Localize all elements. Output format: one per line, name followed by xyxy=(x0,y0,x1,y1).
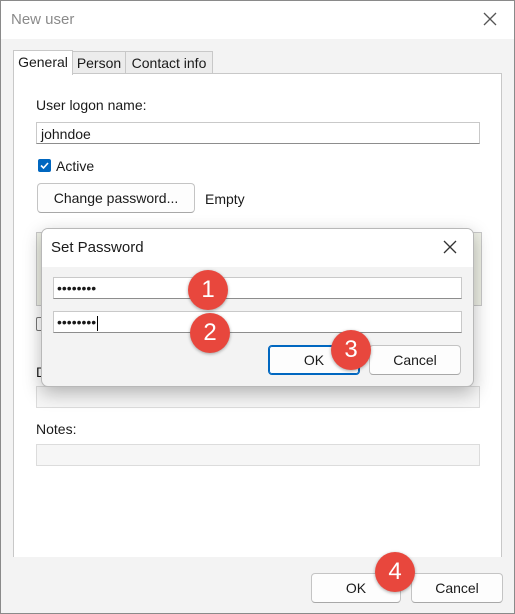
cancel-button[interactable]: Cancel xyxy=(411,573,503,603)
step-marker-3: 3 xyxy=(331,330,371,370)
active-label: Active xyxy=(56,158,95,174)
password-input[interactable]: •••••••• xyxy=(53,277,462,299)
notes-input[interactable] xyxy=(36,444,480,466)
dialog-title-bar: Set Password xyxy=(42,229,473,267)
set-password-dialog: Set Password •••••••• •••••••• OK Cancel xyxy=(41,228,474,387)
logon-name-label: User logon name: xyxy=(36,97,147,113)
dialog-title: Set Password xyxy=(51,239,144,256)
window-title: New user xyxy=(11,11,75,28)
close-icon[interactable] xyxy=(480,9,500,29)
tab-contact-info[interactable]: Contact info xyxy=(125,51,213,74)
notes-label: Notes: xyxy=(36,421,77,437)
step-marker-4: 4 xyxy=(375,552,415,592)
tab-general[interactable]: General xyxy=(13,50,73,75)
text-caret xyxy=(97,315,99,331)
change-password-button[interactable]: Change password... xyxy=(37,183,195,213)
dialog-cancel-button[interactable]: Cancel xyxy=(369,345,461,375)
step-marker-1: 1 xyxy=(188,270,228,310)
checkmark-icon xyxy=(40,162,49,170)
title-bar: New user xyxy=(1,1,514,39)
description-input[interactable] xyxy=(36,386,480,408)
tab-person[interactable]: Person xyxy=(72,51,126,74)
logon-name-input[interactable]: johndoe xyxy=(36,122,480,144)
dialog-close-icon[interactable] xyxy=(441,238,459,256)
password-status: Empty xyxy=(205,191,245,207)
active-checkbox[interactable] xyxy=(38,159,51,172)
step-marker-2: 2 xyxy=(190,313,230,353)
footer-bar: OK Cancel xyxy=(1,557,514,613)
confirm-password-input[interactable]: •••••••• xyxy=(53,311,462,333)
